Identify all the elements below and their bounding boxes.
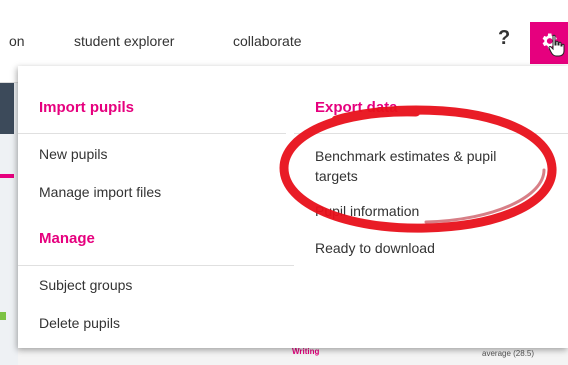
nav-item-partial[interactable]: on: [9, 33, 25, 49]
nav-item-collaborate[interactable]: collaborate: [233, 33, 302, 49]
background-image-strip: [0, 74, 14, 134]
background-average-label: average (28.5): [482, 349, 535, 358]
export-data-heading: Export data: [315, 99, 398, 116]
divider: [294, 133, 568, 134]
manage-heading: Manage: [39, 230, 95, 247]
hand-cursor-icon: [548, 34, 565, 57]
menu-item-benchmark-estimates[interactable]: Benchmark estimates & pupil targets: [315, 146, 540, 186]
divider: [18, 133, 286, 134]
settings-dropdown-menu: Import pupils New pupils Manage import f…: [18, 66, 568, 348]
menu-item-ready-to-download[interactable]: Ready to download: [315, 240, 435, 256]
menu-item-new-pupils[interactable]: New pupils: [39, 146, 107, 162]
menu-item-manage-import-files[interactable]: Manage import files: [39, 184, 161, 200]
background-accent-strip: [0, 174, 14, 178]
menu-item-delete-pupils[interactable]: Delete pupils: [39, 315, 120, 331]
background-page-sliver: [0, 64, 18, 365]
background-chip: [0, 312, 6, 320]
menu-item-subject-groups[interactable]: Subject groups: [39, 277, 132, 293]
background-writing-label: Writing: [292, 347, 320, 356]
nav-item-student-explorer[interactable]: student explorer: [74, 33, 174, 49]
import-pupils-heading: Import pupils: [39, 99, 134, 116]
divider: [18, 265, 294, 266]
help-button[interactable]: ?: [498, 27, 510, 50]
menu-item-pupil-information[interactable]: Pupil information: [315, 203, 419, 219]
